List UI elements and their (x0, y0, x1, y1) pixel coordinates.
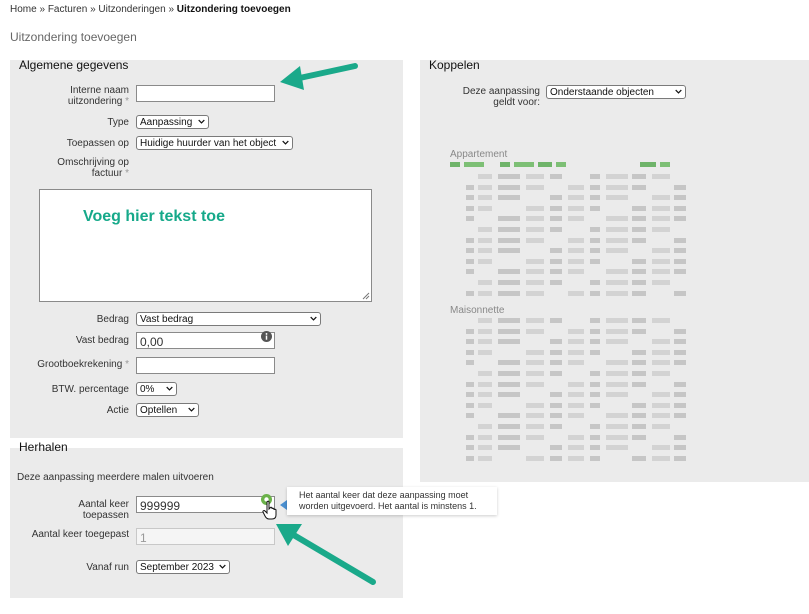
breadcrumb-facturen-link[interactable]: Facturen (48, 4, 87, 15)
times-applied-label: Aantal keer toegepast (31, 529, 129, 540)
ledger-label-text: Grootboekrekening (37, 359, 123, 370)
repeat-description: Deze aanpassing meerdere malen uitvoeren (17, 472, 214, 483)
repeat-panel (10, 448, 403, 598)
applies-to-label: Deze aanpassing geldt voor: (462, 86, 540, 108)
amount-label: Bedrag (96, 314, 129, 325)
action-select[interactable]: Optellen (136, 403, 199, 417)
invoice-description-label-text: Omschrijving op factuur (57, 157, 129, 179)
type-select[interactable]: Aanpassing (136, 115, 209, 129)
group-label-maisonnette: Maisonnette (450, 305, 505, 316)
from-run-select[interactable]: September 2023 (136, 560, 230, 574)
info-icon[interactable] (261, 331, 272, 342)
repeat-panel-title: Herhalen (19, 440, 68, 454)
chevron-down-icon (675, 89, 682, 94)
resize-handle-icon[interactable] (362, 292, 370, 300)
applies-to-select[interactable]: Onderstaande objecten (546, 85, 686, 99)
invoice-description-textarea[interactable] (39, 189, 372, 302)
tooltip-arrow-icon (280, 500, 287, 510)
breadcrumb-current: Uitzondering toevoegen (176, 4, 291, 15)
breadcrumb: Home » Facturen » Uitzonderingen » Uitzo… (10, 4, 291, 15)
hand-cursor-icon (262, 500, 277, 520)
vat-label: BTW. percentage (51, 384, 129, 395)
applies-to-select-value: Onderstaande objecten (550, 87, 654, 98)
vat-select[interactable]: 0% (136, 382, 177, 396)
chevron-down-icon (166, 386, 173, 391)
link-panel-title: Koppelen (429, 58, 480, 72)
invoice-description-label: Omschrijving op factuur * (30, 157, 129, 179)
breadcrumb-home-link[interactable]: Home (10, 4, 37, 15)
fixed-amount-label: Vast bedrag (75, 335, 129, 346)
times-apply-input[interactable]: 999999 (136, 496, 275, 513)
chevron-down-icon (198, 119, 205, 124)
times-apply-label: Aantal keer toepassen (78, 499, 129, 521)
times-applied-input: 1 (136, 528, 275, 545)
fixed-amount-input[interactable]: 0,00 (136, 332, 275, 349)
chevron-down-icon (282, 140, 289, 145)
chevron-down-icon (188, 407, 195, 412)
general-panel-title: Algemene gegevens (19, 58, 129, 72)
ledger-input[interactable] (136, 357, 275, 374)
breadcrumb-separator: » (39, 4, 46, 15)
chevron-down-icon (219, 564, 226, 569)
breadcrumb-uitzonderingen-link[interactable]: Uitzonderingen (98, 4, 165, 15)
from-run-select-value: September 2023 (140, 562, 214, 573)
apply-on-label: Toepassen op (66, 138, 129, 149)
internal-name-label-text: Interne naam uitzondering (67, 85, 129, 107)
action-select-value: Optellen (140, 405, 178, 416)
action-label: Actie (106, 405, 129, 416)
internal-name-input[interactable] (136, 85, 275, 102)
chevron-down-icon (310, 316, 317, 321)
required-marker: * (125, 359, 129, 370)
page-title: Uitzondering toevoegen (10, 30, 137, 44)
apply-on-select-value: Huidige huurder van het object (140, 138, 277, 149)
text-placeholder-hint: Voeg hier tekst toe (83, 208, 225, 225)
internal-name-label: Interne naam uitzondering * (30, 85, 129, 107)
breadcrumb-separator: » (168, 4, 175, 15)
type-label: Type (107, 117, 129, 128)
ledger-label: Grootboekrekening * (30, 359, 129, 370)
apply-on-select[interactable]: Huidige huurder van het object (136, 136, 293, 150)
type-select-value: Aanpassing (140, 117, 193, 128)
amount-select-value: Vast bedrag (140, 314, 194, 325)
required-marker: * (125, 96, 129, 107)
group-label-appartement: Appartement (450, 149, 508, 160)
help-tooltip: Het aantal keer dat deze aanpassing moet… (287, 487, 497, 515)
breadcrumb-separator: » (90, 4, 96, 15)
vat-select-value: 0% (140, 384, 155, 395)
from-run-label: Vanaf run (86, 562, 129, 573)
required-marker: * (125, 168, 129, 179)
amount-select[interactable]: Vast bedrag (136, 312, 321, 326)
